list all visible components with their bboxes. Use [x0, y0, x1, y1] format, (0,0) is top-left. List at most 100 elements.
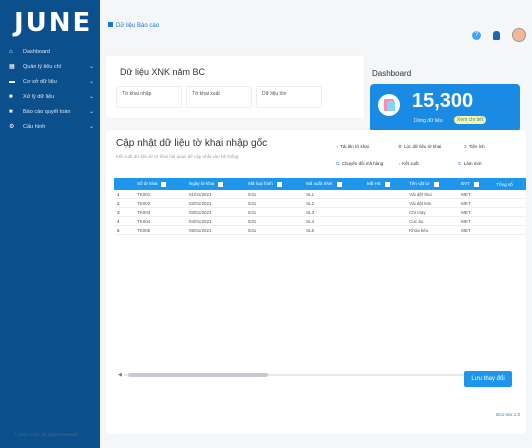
table-cell: E31: [245, 190, 304, 199]
footer-copyright: © 2021 Coin. All rights reserved.: [14, 432, 79, 437]
bell-icon[interactable]: [493, 30, 500, 40]
table-cell: Cúc áo: [406, 216, 459, 226]
sidebar-item-processing[interactable]: ■ Xử lý dữ liệu ⌄: [0, 89, 100, 104]
column-header[interactable]: ĐVT: [458, 178, 494, 190]
table-cell: TK002: [134, 198, 186, 208]
sidebar-item-label: Cấu hình: [23, 123, 46, 130]
dashboard-title: Dashboard: [372, 69, 412, 78]
table-cell: 04/01/2021: [185, 216, 246, 226]
table-cell: Vải dệt thoi: [406, 190, 459, 199]
column-header[interactable]: Số tờ khai: [134, 178, 186, 190]
table-cell: TK003: [134, 207, 186, 217]
chevron-down-icon: ⌄: [88, 79, 94, 85]
filter-icon[interactable]: [384, 181, 390, 187]
refresh-icon: ↻: [458, 161, 462, 166]
dashboard-card: Dashboard 15,300 Dòng dữ liệu Xem chi ti…: [368, 62, 528, 134]
sidebar-item-criteria[interactable]: ▦ Quản lý tiêu chí ⌄: [0, 59, 100, 74]
convert-icon: ⇆: [336, 161, 340, 166]
row-index: 1: [114, 190, 134, 199]
chevron-down-icon: ⌄: [88, 94, 94, 100]
table-cell: E31: [245, 207, 304, 217]
table-cell: 05/01/2021: [185, 225, 246, 235]
chevron-down-icon: ⌄: [88, 64, 94, 70]
sidebar: JUNE ⌂ Dashboard ▦ Quản lý tiêu chí ⌄ ▬ …: [0, 0, 100, 448]
scroll-left-icon[interactable]: ◀: [118, 372, 122, 378]
column-header[interactable]: Tên vật tư: [406, 178, 459, 190]
data-table: Số tờ khai Ngày tờ khai Mã loại hình Mã …: [114, 178, 526, 235]
refresh-button[interactable]: ↻ Làm mới: [458, 161, 482, 167]
dashboard-summary: 15,300 Dòng dữ liệu Xem chi tiết: [370, 84, 520, 132]
filter-button[interactable]: ⚙ Lọc dữ liệu tờ khai: [398, 144, 441, 150]
row-index: 5: [114, 225, 134, 235]
sidebar-item-database[interactable]: ▬ Cơ sở dữ liệu ⌄: [0, 74, 100, 89]
filter-icon[interactable]: [433, 181, 439, 187]
table-cell: [493, 190, 526, 199]
filter-icon[interactable]: [276, 181, 282, 187]
sidebar-item-label: Xử lý dữ liệu: [23, 93, 55, 100]
table-cell: 02/01/2021: [185, 198, 246, 208]
stats-card: Dữ liệu XNK năm BC Tờ khai nhập Tờ khai …: [106, 56, 364, 118]
sidebar-item-label: Báo cáo quyết toán: [23, 108, 71, 115]
app-logo[interactable]: JUNE: [14, 8, 92, 38]
stat-tile-label: Dữ liệu tồn: [262, 91, 287, 97]
chevron-down-icon: ⌄: [88, 109, 94, 115]
column-header[interactable]: Tổng số: [493, 178, 526, 190]
filter-icon[interactable]: [161, 181, 167, 187]
table-cell: [493, 198, 526, 208]
sidebar-item-reports[interactable]: ■ Báo cáo quyết toán ⌄: [0, 104, 100, 119]
column-header[interactable]: Mã xuất XNK: [303, 178, 364, 190]
export-button[interactable]: ↓ Kết xuất: [398, 161, 419, 166]
help-icon[interactable]: ?: [472, 30, 481, 40]
version-link[interactable]: Eco-mix 1.0: [496, 412, 520, 417]
scroll-thumb[interactable]: [128, 373, 268, 377]
column-header[interactable]: Mã loại hình: [245, 178, 304, 190]
sidebar-item-dashboard[interactable]: ⌂ Dashboard: [0, 44, 100, 59]
table-cell: [363, 225, 407, 235]
tools-icon: Σ: [464, 144, 467, 149]
table-row[interactable]: 3 TK003 03/01/2021 E31 SL3 Chỉ may MET: [114, 207, 526, 217]
tools-button[interactable]: Σ Tiện ích: [464, 144, 485, 149]
column-header[interactable]: Ngày tờ khai: [185, 178, 246, 190]
horizontal-scrollbar[interactable]: ◀: [118, 372, 512, 378]
table-cell: SL2: [303, 198, 364, 208]
stat-tile-export[interactable]: Tờ khai xuất: [186, 86, 252, 108]
header-actions: ?: [472, 28, 526, 42]
sidebar-item-settings[interactable]: ⚙ Cấu hình ⌄: [0, 119, 100, 134]
table-row[interactable]: 2 TK002 02/01/2021 E31 SL2 Vải dệt kim M…: [114, 198, 526, 208]
table-cell: MET: [458, 225, 494, 235]
table-cell: 01/01/2021: [185, 190, 246, 199]
stat-tile-import[interactable]: Tờ khai nhập: [116, 86, 182, 108]
table-title: Cập nhật dữ liệu tờ khai nhập gốc: [116, 138, 268, 149]
upload-button[interactable]: ↑ Tải lên tờ khai: [336, 144, 369, 149]
column-header[interactable]: Mã HS: [363, 178, 407, 190]
table-row[interactable]: 1 TK001 01/01/2021 E31 SL1 Vải dệt thoi …: [114, 190, 526, 199]
table-cell: TK005: [134, 225, 186, 235]
table-header-row: Số tờ khai Ngày tờ khai Mã loại hình Mã …: [114, 178, 526, 190]
table-cell: [493, 225, 526, 235]
filter-icon[interactable]: [218, 181, 224, 187]
filter-icon[interactable]: [336, 181, 342, 187]
table-cell: [363, 216, 407, 226]
table-cell: 03/01/2021: [185, 207, 246, 217]
row-index: 4: [114, 216, 134, 226]
save-changes-button[interactable]: Lưu thay đổi: [464, 371, 512, 387]
breadcrumb[interactable]: Dữ liệu Báo cáo: [108, 22, 159, 29]
table-cell: MET: [458, 207, 494, 217]
table-row[interactable]: 5 TK005 05/01/2021 E31 SL5 Khóa kéo MET: [114, 225, 526, 235]
filter-icon[interactable]: [474, 181, 480, 187]
stat-tile-label: Tờ khai nhập: [122, 91, 152, 97]
convert-button[interactable]: ⇆ Chuyển đổi mã hàng: [336, 161, 383, 167]
table-subtitle: Kết xuất dữ liệu từ tờ khai hải quan để …: [116, 154, 239, 159]
view-details-badge[interactable]: Xem chi tiết: [454, 116, 487, 124]
stat-tile-inventory[interactable]: Dữ liệu tồn: [256, 86, 322, 108]
grid-icon: ▦: [9, 63, 15, 70]
table-cell: [363, 198, 407, 208]
table-cell: MET: [458, 198, 494, 208]
table-cell: TK004: [134, 216, 186, 226]
table-cell: E31: [245, 225, 304, 235]
table-row[interactable]: 4 TK004 04/01/2021 E31 SL4 Cúc áo MET: [114, 216, 526, 226]
avatar[interactable]: [512, 28, 526, 42]
report-icon: ■: [9, 108, 13, 115]
action-label: Lọc dữ liệu tờ khai: [404, 144, 442, 149]
row-index: 2: [114, 198, 134, 208]
